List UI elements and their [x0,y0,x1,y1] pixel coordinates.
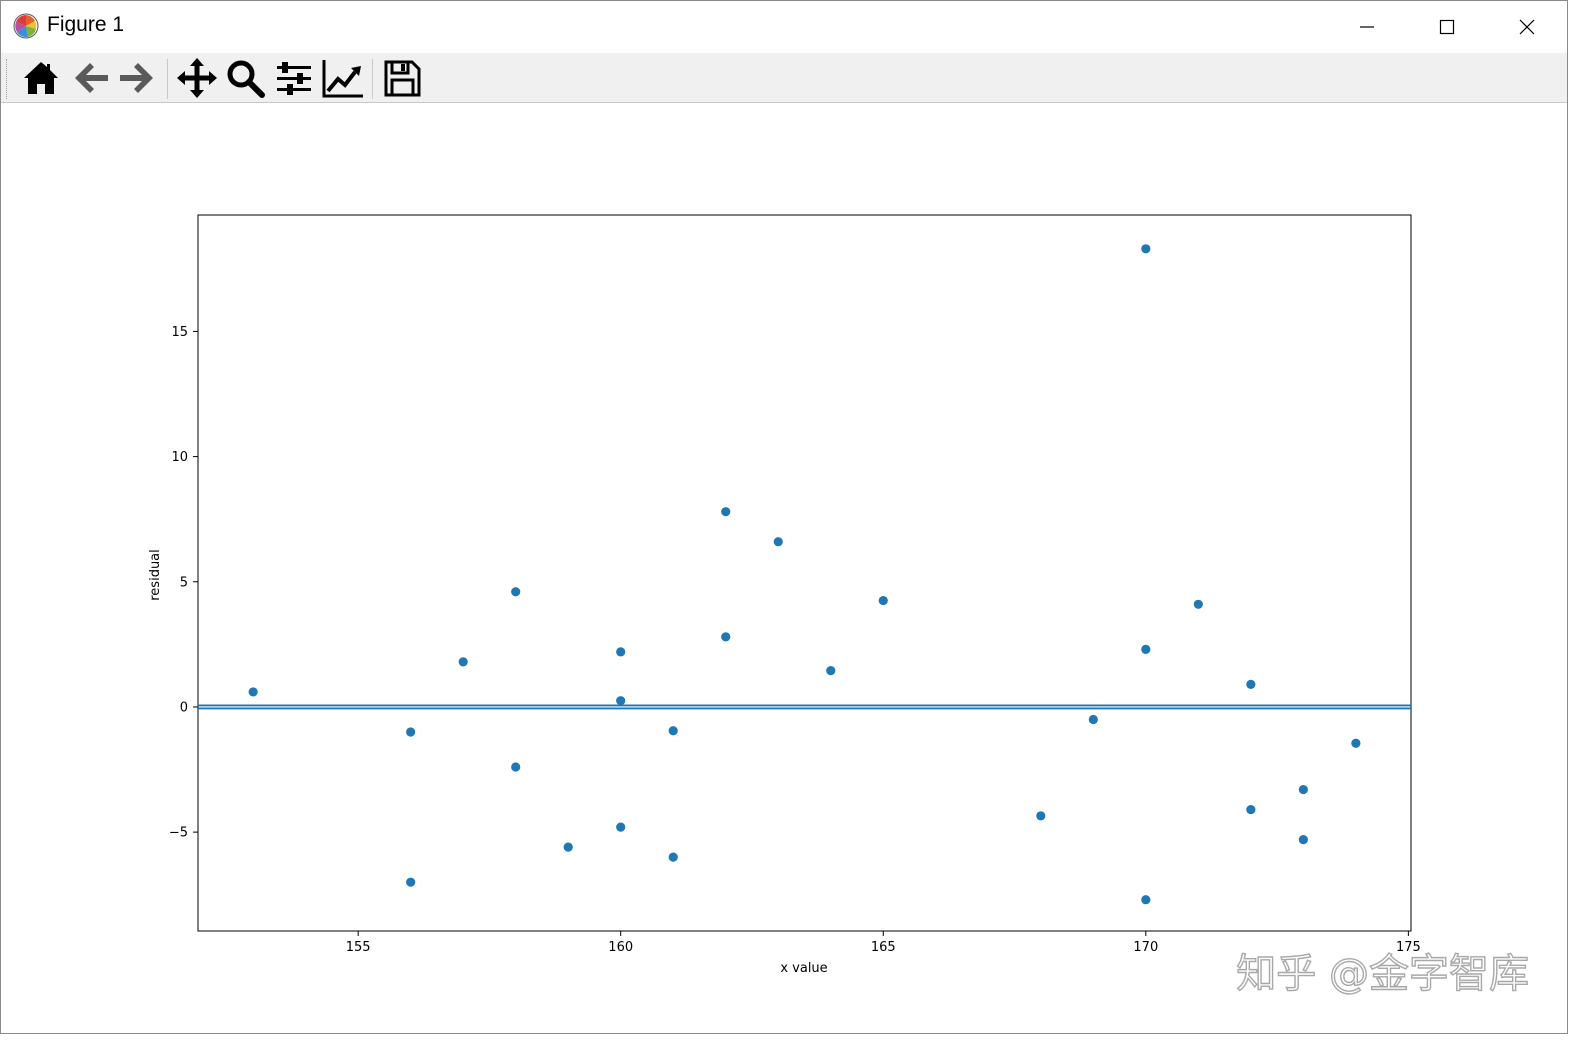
scatter-point [1298,784,1308,795]
maximize-icon [1439,19,1455,35]
pan-move-icon [177,58,217,98]
data-points [248,244,1361,905]
scatter-point [248,687,258,697]
scatter-point [1193,599,1203,609]
scatter-point [1141,244,1151,254]
toolbar-grip [6,59,9,99]
scatter-point [1351,738,1361,748]
zero-reference-line [198,704,1411,710]
edit-axis-icon [322,60,363,98]
watermark: 知乎 @金字智库 [1236,951,1529,997]
close-button[interactable] [1497,7,1557,47]
matplotlib-logo-icon [13,13,39,39]
scatter-point [721,507,731,517]
title-bar[interactable]: Figure 1 [1,1,1567,53]
scatter-point [511,587,521,597]
y-tick-label: 5 [180,575,188,590]
scatter-point [406,877,416,887]
scatter-point [1298,835,1308,845]
scatter-point [826,666,836,676]
window-title: Figure 1 [47,13,125,36]
save-icon [384,60,421,97]
home-button[interactable] [19,56,63,100]
scatter-point [668,726,678,736]
navigation-toolbar [1,53,1567,103]
x-tick-label: 155 [346,940,371,955]
maximize-button[interactable] [1417,7,1477,47]
scatter-point [563,842,573,852]
scatter-point [721,632,731,642]
scatter-point [878,595,888,606]
x-axis-label: x value [780,961,827,976]
toolbar-separator [167,59,168,99]
scatter-point [616,822,626,832]
forward-arrow-icon [120,63,153,93]
scatter-plot[interactable]: 155 160 165 170 175 −5051015 x value residua… [1,103,1567,1033]
figure-window: Figure 1 155 160 165 170 175 −5 0 5 10 1… [0,0,1568,1034]
scatter-point [406,727,416,737]
home-icon [24,62,58,94]
back-button[interactable] [69,56,113,100]
scatter-point [458,657,468,667]
x-tick-label: 160 [608,940,633,955]
axes-frame [197,214,1412,932]
scatter-point [668,852,678,862]
scatter-point [1141,644,1151,654]
y-tick-label: 15 [171,325,188,340]
back-arrow-icon [75,63,108,93]
scatter-point [511,762,521,772]
edit-axis-button[interactable] [321,56,365,100]
scatter-point [616,696,626,706]
scatter-point [1141,895,1151,905]
y-tick-label: 0 [180,700,188,715]
zoom-icon [227,60,265,98]
minimize-icon [1360,26,1374,28]
scatter-point [616,647,626,657]
zoom-button[interactable] [223,56,267,100]
x-tick-label: 165 [871,940,896,955]
scatter-point [773,537,783,547]
scatter-point [1088,714,1098,725]
scatter-point [1246,679,1256,690]
scatter-point [1246,804,1256,815]
subplots-button[interactable] [272,56,316,100]
subplots-config-icon [277,62,311,95]
y-axis-ticks: −5 0 5 10 15 [169,325,198,841]
y-tick-label: 10 [171,450,188,465]
close-icon [1519,19,1535,35]
x-tick-label: 170 [1133,940,1158,955]
save-button[interactable] [380,56,424,100]
minimize-button[interactable] [1337,7,1397,47]
toolbar-separator [372,59,373,99]
scatter-point [1036,811,1046,821]
pan-button[interactable] [175,56,219,100]
y-tick-label: −5 [169,826,188,841]
forward-button[interactable] [115,56,159,100]
y-axis-label: residual [148,549,163,601]
figure-canvas[interactable]: 155 160 165 170 175 −5 0 5 10 15 x value residua… [1,103,1567,1033]
